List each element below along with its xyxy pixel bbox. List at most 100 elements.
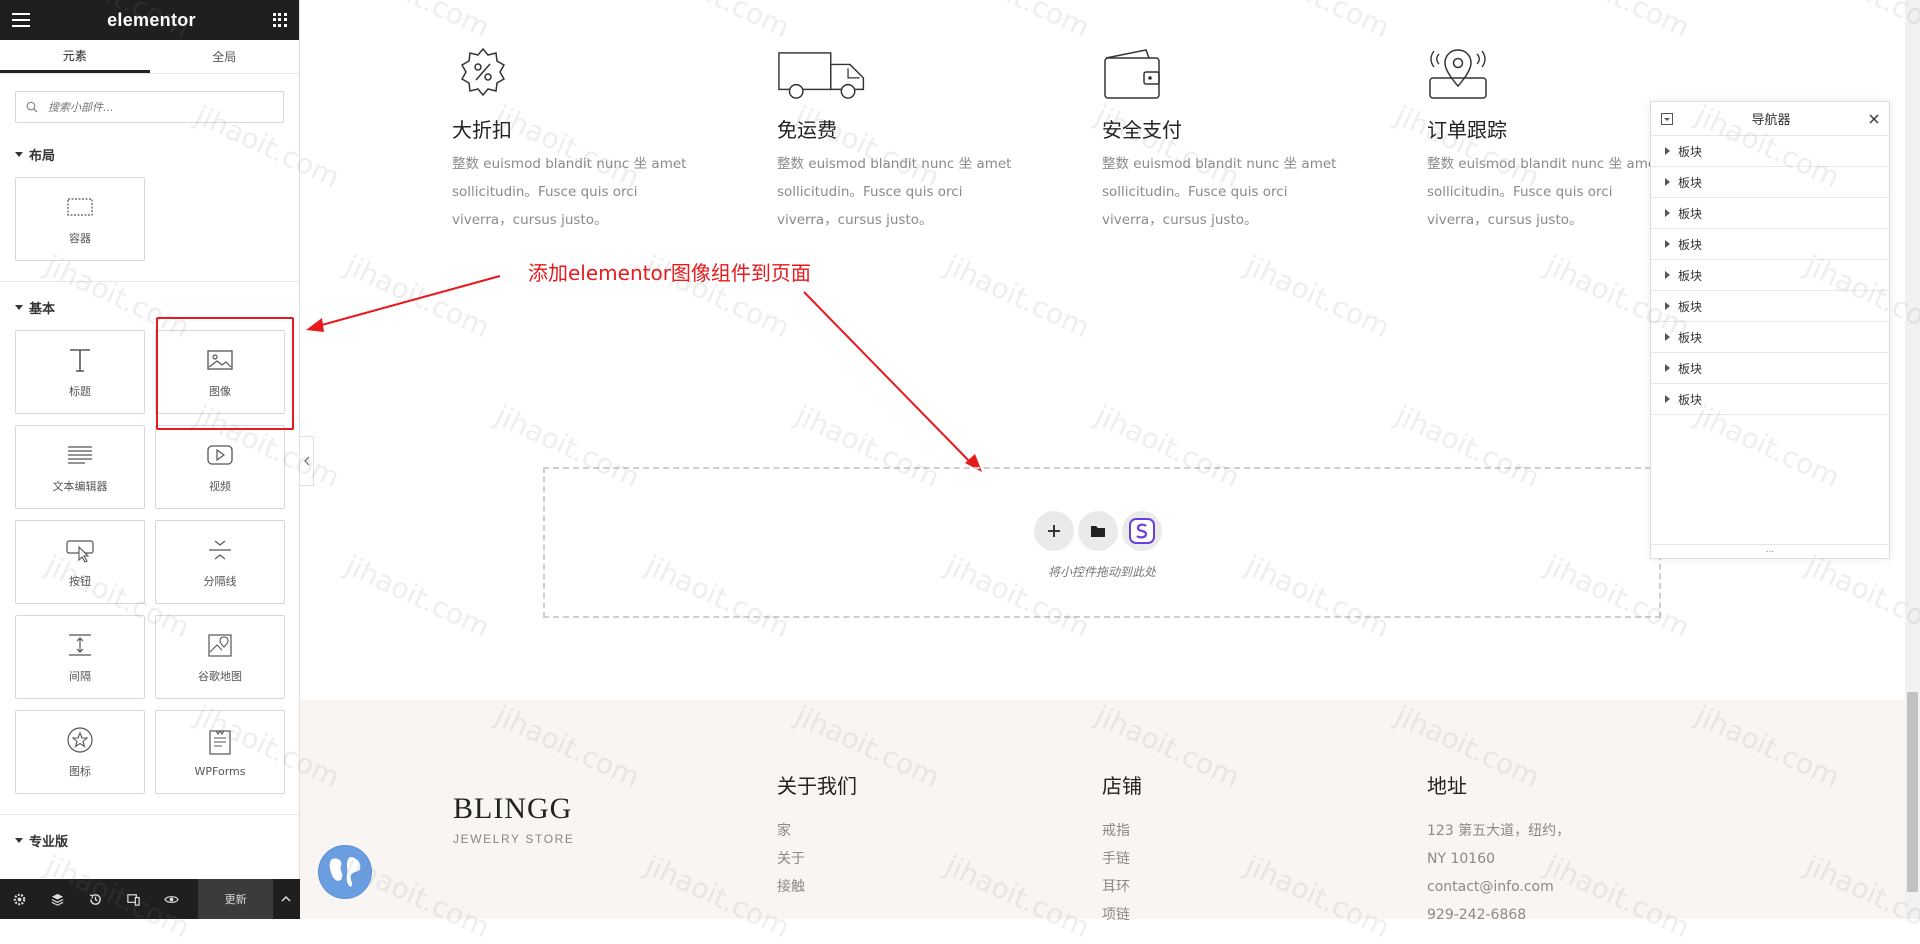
feature-free-shipping: 免运费 整数 euismod blandit nunc 坐 amet solli… xyxy=(777,46,1037,234)
footer-link-rings[interactable]: 戒指 xyxy=(1102,817,1142,845)
widget-label: WPForms xyxy=(194,764,246,778)
footer-about: 关于我们 家 关于 接触 xyxy=(777,770,857,901)
feature-title: 大折扣 xyxy=(452,118,512,142)
starter-templates-button[interactable] xyxy=(1122,511,1162,551)
wpforms-icon xyxy=(209,729,231,755)
footer-link-bracelets[interactable]: 手链 xyxy=(1102,845,1142,873)
footer-link-necklaces[interactable]: 项链 xyxy=(1102,901,1142,929)
navigator-item[interactable]: 板块 xyxy=(1651,353,1889,384)
video-icon xyxy=(207,445,233,465)
drop-zone[interactable]: 将小控件拖动到此处 xyxy=(543,467,1661,618)
footer-link-contact[interactable]: 接触 xyxy=(777,873,857,901)
navigator-item-label: 板块 xyxy=(1678,299,1703,314)
caret-down-icon xyxy=(15,152,23,157)
update-options-button[interactable] xyxy=(273,879,300,919)
drop-zone-hint: 将小控件拖动到此处 xyxy=(1047,565,1156,579)
feature-desc: 整数 euismod blandit nunc 坐 amet sollicitu… xyxy=(777,156,1012,228)
widget-video[interactable]: 视频 xyxy=(155,425,285,509)
caret-down-icon xyxy=(15,838,23,843)
site-logo[interactable]: BLINGG xyxy=(453,792,572,826)
widget-text-editor[interactable]: 文本编辑器 xyxy=(15,425,145,509)
widget-button[interactable]: 按钮 xyxy=(15,520,145,604)
widget-search-input[interactable] xyxy=(46,99,266,115)
navigator-button[interactable] xyxy=(38,879,76,919)
caret-right-icon xyxy=(1665,333,1670,341)
widget-label: 分隔线 xyxy=(203,575,237,588)
footer-shop: 店铺 戒指 手链 耳环 项链 xyxy=(1102,770,1142,929)
widget-spacer[interactable]: 间隔 xyxy=(15,615,145,699)
navigator-item-label: 板块 xyxy=(1678,361,1703,376)
scrollbar-thumb[interactable] xyxy=(1907,692,1918,892)
section-layout-title[interactable]: 布局 xyxy=(0,137,299,172)
navigator-item[interactable]: 板块 xyxy=(1651,136,1889,167)
navigator-item[interactable]: 板块 xyxy=(1651,322,1889,353)
settings-button[interactable] xyxy=(0,879,38,919)
caret-right-icon xyxy=(1665,240,1670,248)
layers-icon xyxy=(51,893,64,906)
footer-link-about[interactable]: 关于 xyxy=(777,845,857,873)
layout-widgets: 容器 xyxy=(0,172,299,271)
navigator-header[interactable]: 导航器 xyxy=(1651,102,1889,136)
apps-grid-icon[interactable] xyxy=(272,13,287,27)
caret-right-icon xyxy=(1665,271,1670,279)
section-pro-label: 专业版 xyxy=(29,835,69,850)
navigator-item[interactable]: 板块 xyxy=(1651,260,1889,291)
widget-label: 视频 xyxy=(209,480,231,493)
menu-icon[interactable] xyxy=(12,13,30,27)
search-wrap xyxy=(0,74,299,137)
section-basic-title[interactable]: 基本 xyxy=(0,290,299,325)
address-line: 123 第五大道，纽约， xyxy=(1427,823,1571,839)
globe-button[interactable] xyxy=(318,845,372,899)
update-button[interactable]: 更新 xyxy=(198,879,273,919)
page-scrollbar[interactable] xyxy=(1905,0,1920,919)
widget-google-maps[interactable]: 谷歌地图 xyxy=(155,615,285,699)
heading-icon xyxy=(70,349,90,372)
panel-header: elementor xyxy=(0,0,299,40)
navigator-item[interactable]: 板块 xyxy=(1651,384,1889,415)
navigator-item[interactable]: 板块 xyxy=(1651,291,1889,322)
tab-global[interactable]: 全局 xyxy=(150,40,300,73)
footer-address-title: 地址 xyxy=(1427,774,1467,798)
button-icon xyxy=(66,540,94,563)
widget-image[interactable]: 图像 xyxy=(155,330,285,414)
search-box xyxy=(15,91,284,123)
tab-elements[interactable]: 元素 xyxy=(0,40,150,73)
widget-icon[interactable]: 图标 xyxy=(15,710,145,794)
widget-divider[interactable]: 分隔线 xyxy=(155,520,285,604)
address-email[interactable]: contact@info.com xyxy=(1427,873,1570,901)
widget-heading[interactable]: 标题 xyxy=(15,330,145,414)
navigator-item[interactable]: 板块 xyxy=(1651,229,1889,260)
widget-wpforms[interactable]: WPForms xyxy=(155,710,285,794)
navigator-item[interactable]: 板块 xyxy=(1651,167,1889,198)
section-divider xyxy=(0,281,299,282)
location-pin-icon xyxy=(1429,49,1487,99)
section-pro-title[interactable]: 专业版 xyxy=(0,823,299,858)
add-template-button[interactable] xyxy=(1078,511,1118,551)
elementor-logo: elementor xyxy=(107,9,196,30)
feature-desc: 整数 euismod blandit nunc 坐 amet sollicitu… xyxy=(1102,156,1337,228)
responsive-icon xyxy=(127,893,140,906)
add-section-button[interactable] xyxy=(1034,511,1074,551)
collapse-all-icon[interactable] xyxy=(1661,112,1673,125)
widget-label: 图像 xyxy=(209,385,231,398)
history-button[interactable] xyxy=(76,879,114,919)
footer-link-earrings[interactable]: 耳环 xyxy=(1102,873,1142,901)
address-phone[interactable]: 929-242-6868 xyxy=(1427,901,1570,929)
feature-title: 订单跟踪 xyxy=(1427,118,1507,142)
panel-tabs: 元素 全局 xyxy=(0,40,299,74)
navigator-resize-handle[interactable]: ... xyxy=(1651,544,1889,558)
divider-icon xyxy=(209,540,231,560)
navigator-item[interactable]: 板块 xyxy=(1651,198,1889,229)
gear-icon xyxy=(13,893,25,905)
annotation-text: 添加elementor图像组件到页面 xyxy=(528,261,811,285)
widget-container[interactable]: 容器 xyxy=(15,177,145,261)
close-icon[interactable] xyxy=(1869,114,1879,124)
preview-button[interactable] xyxy=(152,879,190,919)
navigator-item-label: 板块 xyxy=(1678,330,1703,345)
section-layout-label: 布局 xyxy=(29,149,56,164)
responsive-button[interactable] xyxy=(114,879,152,919)
widget-label: 谷歌地图 xyxy=(198,670,242,683)
footer-link-home[interactable]: 家 xyxy=(777,817,857,845)
wallet-icon xyxy=(1104,49,1160,99)
search-icon xyxy=(26,101,38,113)
